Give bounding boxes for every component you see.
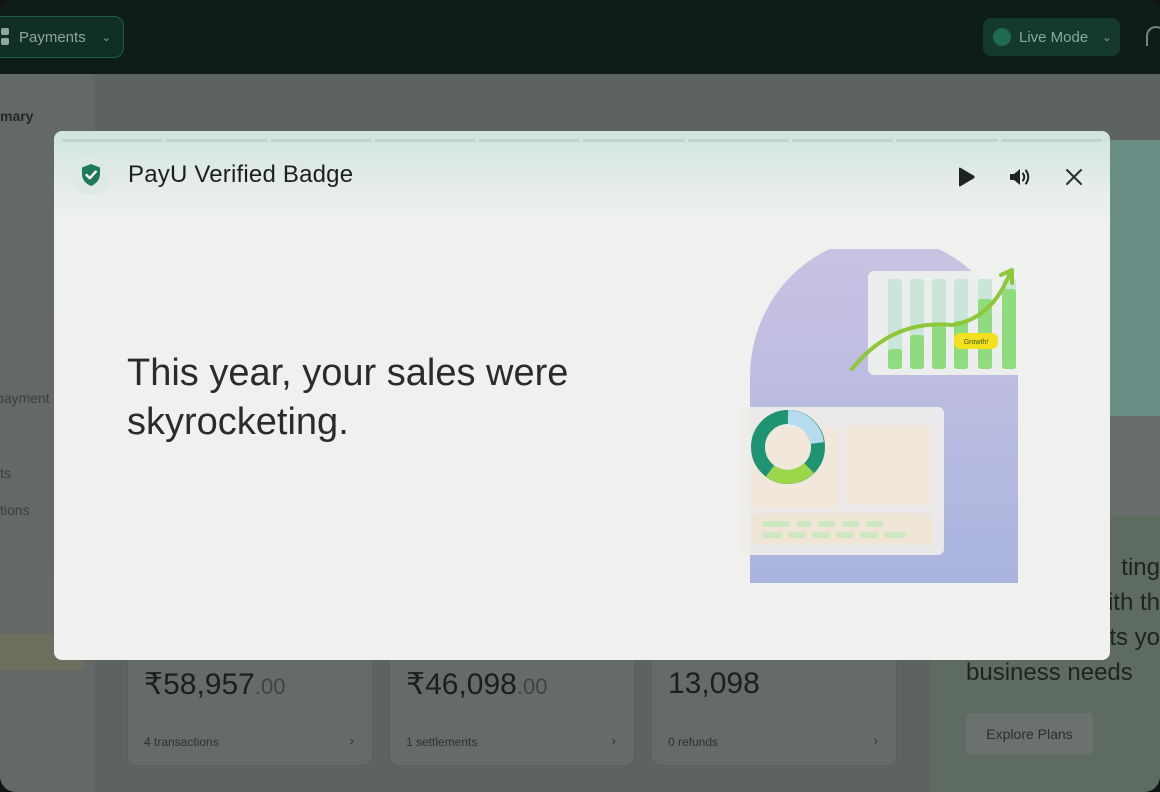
progress-segment <box>374 139 477 142</box>
background-panel <box>1110 416 1160 516</box>
mode-switcher[interactable]: Live Mode ⌄ <box>983 18 1120 56</box>
headline-line: This year, your sales were <box>127 352 569 394</box>
shield-check-icon <box>82 164 100 186</box>
chevron-down-icon: ⌄ <box>101 31 111 44</box>
volume-button[interactable] <box>1008 165 1032 189</box>
card-footer: 1 settlements <box>406 735 478 749</box>
product-switcher-label: Payments <box>19 28 86 46</box>
app-frame: Payments ⌄ Live Mode ⌄ mary payment ts t… <box>0 0 1160 792</box>
amount-value: 58,957 <box>163 668 255 701</box>
card-footer: 0 refunds <box>668 735 719 749</box>
top-bar: Payments ⌄ Live Mode ⌄ <box>0 0 1160 74</box>
apps-grid-icon <box>1 28 9 46</box>
volume-icon <box>1010 169 1030 185</box>
headline-line: skyrocketing. <box>127 401 349 443</box>
amount-decimals: .00 <box>254 674 286 699</box>
amount-value: 46,098 <box>425 668 517 701</box>
growth-tag-label: Growth! <box>964 339 989 346</box>
currency-symbol: ₹ <box>406 668 426 701</box>
support-headset-icon[interactable] <box>1146 26 1160 46</box>
chevron-right-icon[interactable]: › <box>874 733 878 748</box>
card-amount: 13,098 <box>668 667 760 701</box>
modal-title: PayU Verified Badge <box>128 161 354 188</box>
progress-segment <box>1000 139 1102 142</box>
verified-badge-logo <box>71 155 111 195</box>
progress-segment <box>62 139 164 142</box>
progress-segment <box>270 139 372 142</box>
chevron-right-icon[interactable]: › <box>350 733 354 748</box>
progress-segment <box>166 139 268 142</box>
story-modal: PayU Verified Badge This year, your sale… <box>54 131 1110 660</box>
product-switcher[interactable]: Payments ⌄ <box>0 16 124 58</box>
chevron-right-icon[interactable]: › <box>612 733 616 748</box>
sidebar-item-summary[interactable]: mary <box>0 108 33 124</box>
card-amount: ₹46,098.00 <box>406 667 547 702</box>
explore-plans-button[interactable]: Explore Plans <box>966 713 1093 754</box>
amount-value: 13,098 <box>668 667 760 700</box>
sidebar-item-settlements[interactable]: ts <box>0 465 11 481</box>
card-amount: ₹58,957.00 <box>144 667 285 702</box>
amount-decimals: .00 <box>516 674 548 699</box>
promo-line: business needs <box>966 659 1133 686</box>
play-button[interactable] <box>954 165 978 189</box>
story-headline: This year, your sales were skyrocketing. <box>127 349 687 447</box>
card-footer: 4 transactions <box>144 735 219 749</box>
close-icon <box>1066 169 1082 185</box>
currency-symbol: ₹ <box>144 668 164 701</box>
progress-segment <box>583 139 685 142</box>
background-banner <box>1110 140 1160 416</box>
mode-label: Live Mode <box>1019 28 1089 46</box>
progress-segment <box>792 139 894 142</box>
dashboard-footer <box>752 513 932 545</box>
chevron-down-icon: ⌄ <box>1102 31 1112 44</box>
progress-segment <box>479 139 581 142</box>
mode-toggle-icon <box>993 28 1011 46</box>
sales-growth-illustration: Growth! <box>742 249 1034 583</box>
progress-segment <box>896 139 998 142</box>
progress-segment <box>687 139 790 142</box>
sidebar-item-payments[interactable]: payment <box>0 390 50 406</box>
close-button[interactable] <box>1062 165 1086 189</box>
play-icon <box>959 167 975 187</box>
story-progress-bar <box>62 139 1102 142</box>
sidebar-item-transactions[interactable]: tions <box>0 502 30 518</box>
dashboard-tile <box>846 425 932 505</box>
